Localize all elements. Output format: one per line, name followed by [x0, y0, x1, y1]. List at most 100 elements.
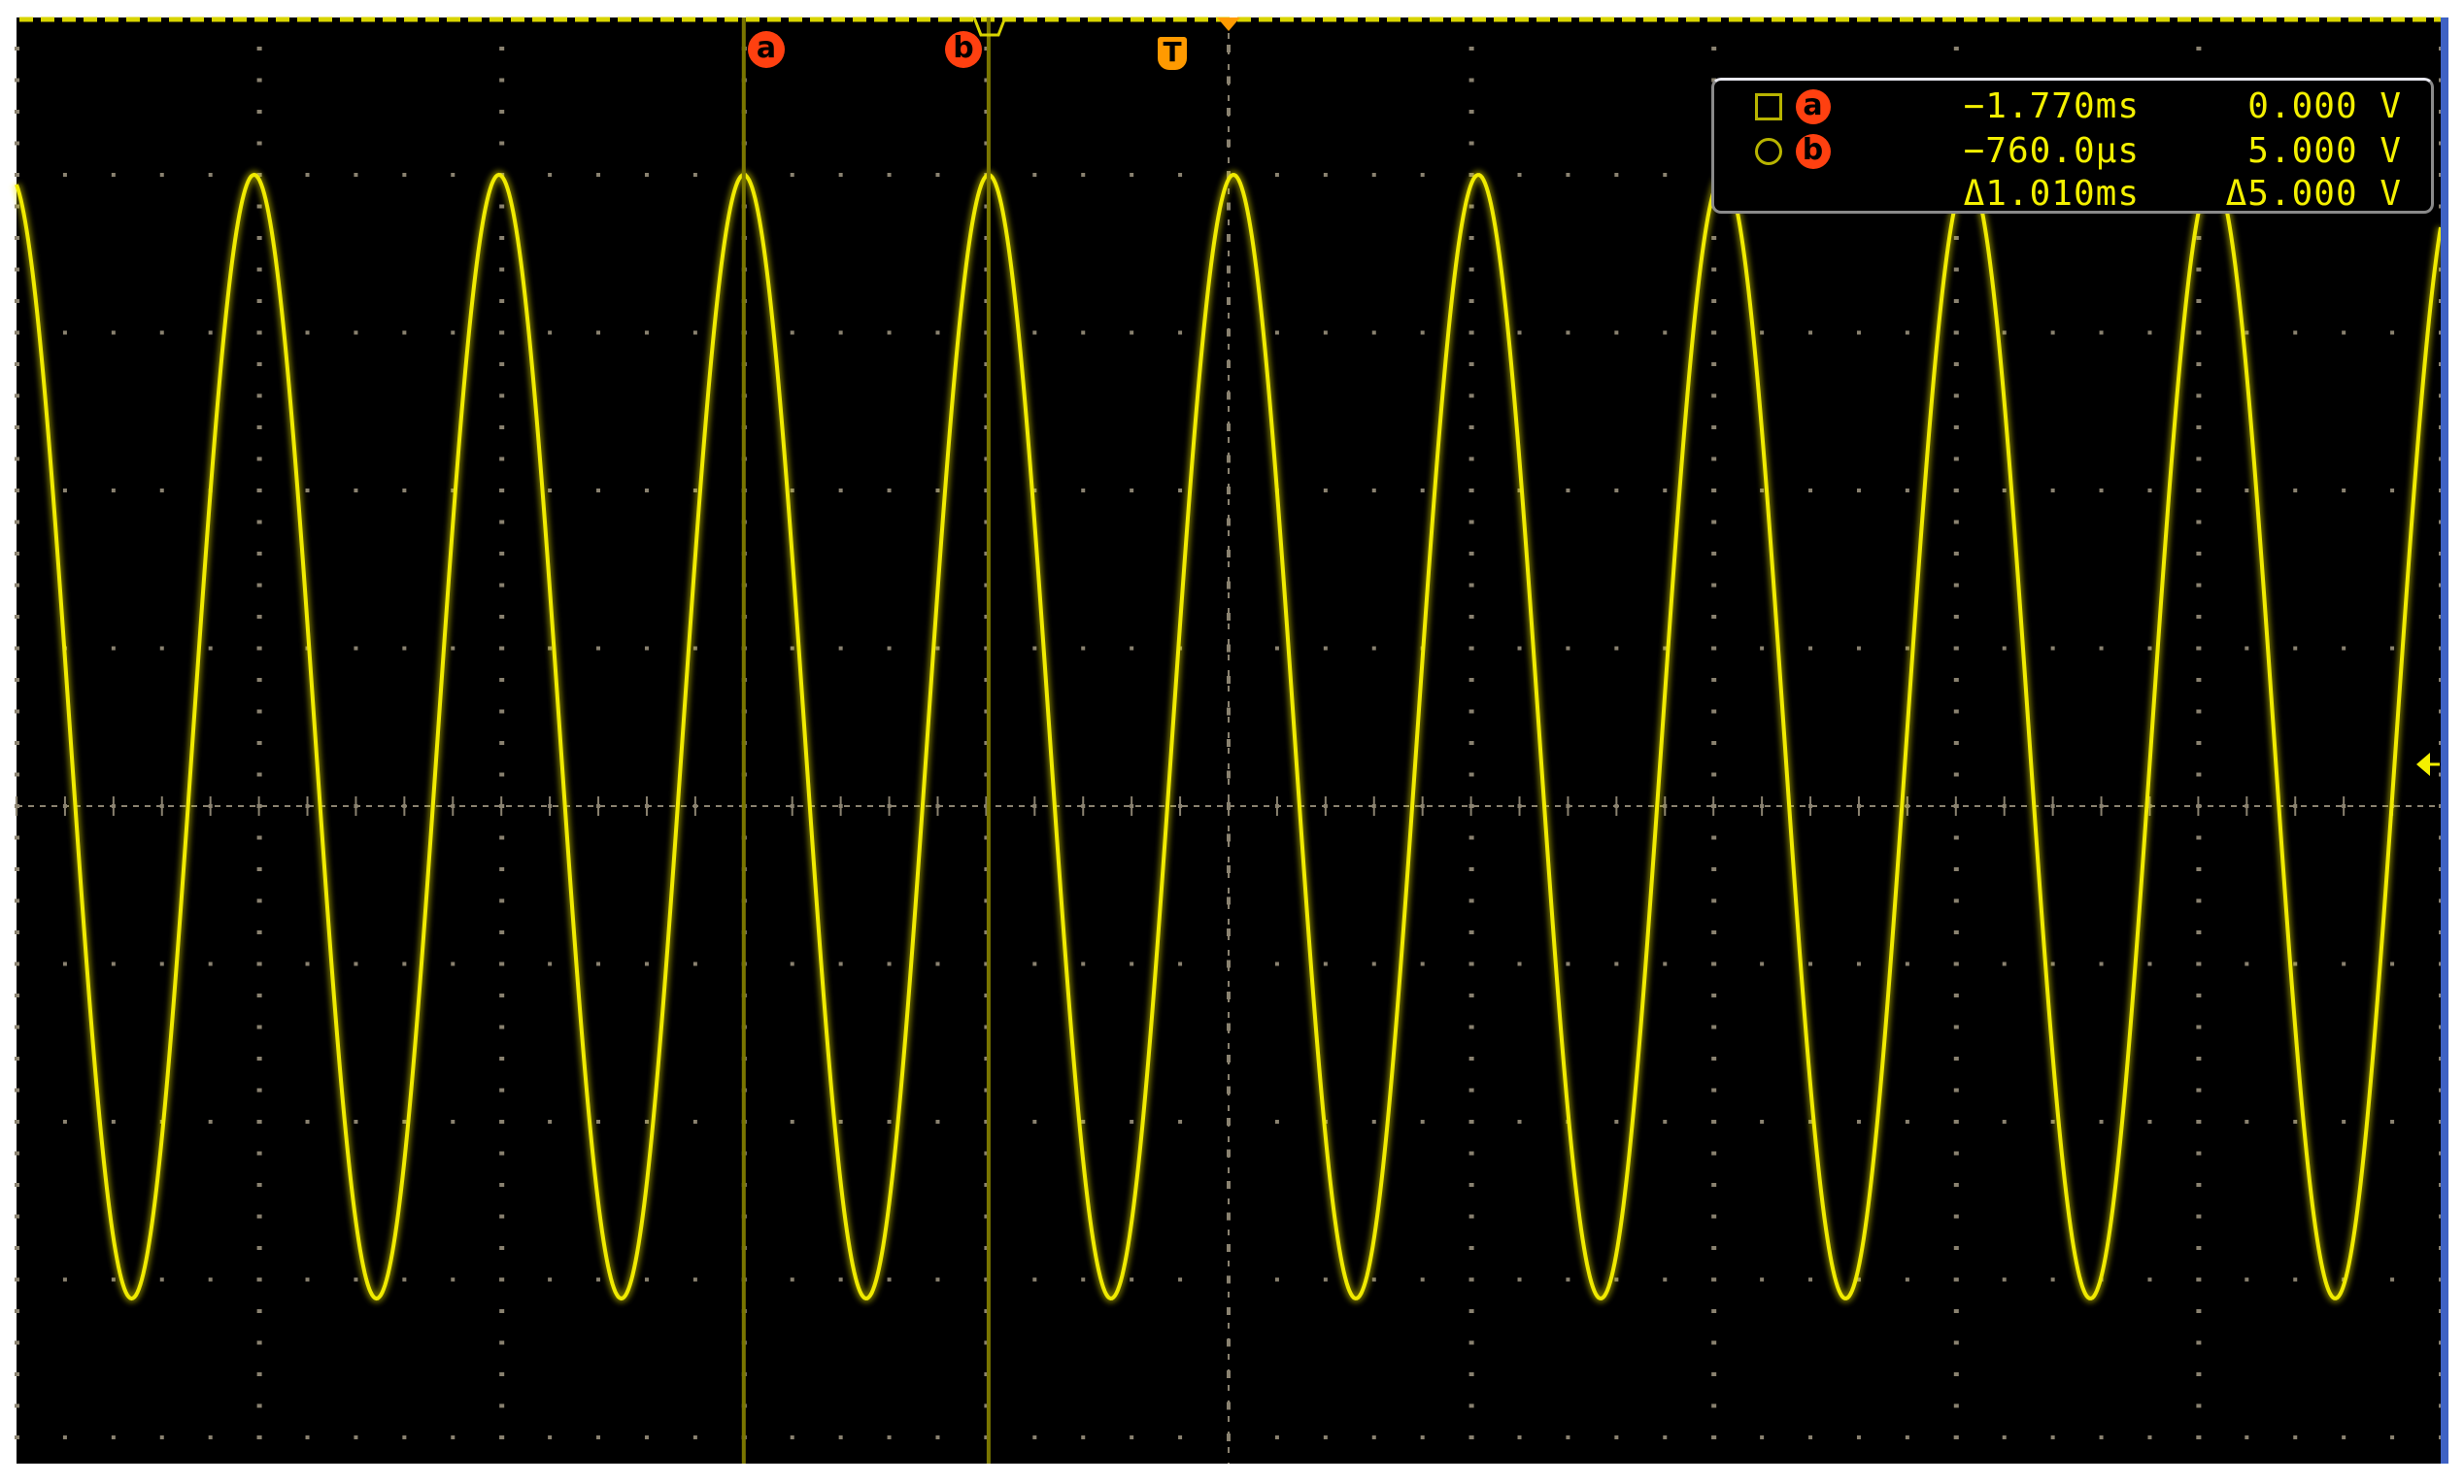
grid-dot: [2050, 961, 2055, 966]
grid-dot: [1517, 1435, 1522, 1439]
grid-dot: [1711, 1088, 1717, 1093]
grid-dot: [1760, 1120, 1765, 1124]
grid-dot: [2196, 552, 2202, 556]
grid-dot: [62, 1435, 67, 1439]
grid-dot: [1420, 489, 1425, 492]
grid-dot: [838, 330, 843, 335]
grid-dot: [1953, 1214, 1959, 1219]
grid-dot: [790, 173, 794, 177]
grid-dot: [1711, 646, 1716, 651]
grid-dot: [451, 1120, 456, 1124]
grid-dot: [1227, 865, 1231, 873]
grid-dot: [935, 1277, 940, 1282]
grid-dot: [1953, 1183, 1959, 1187]
grid-dot: [1081, 330, 1086, 335]
grid-dot: [499, 456, 505, 461]
grid-dot: [15, 299, 19, 303]
grid-dot: [2390, 1435, 2395, 1439]
grid-dot: [1953, 393, 1959, 398]
grid-dot: [1130, 646, 1134, 651]
grid-dot: [256, 110, 262, 114]
grid-dot: [1032, 1120, 1037, 1124]
grid-dot: [644, 489, 649, 492]
grid-dot: [2196, 1372, 2202, 1376]
grid-dot: [1711, 362, 1717, 366]
grid-dot: [2293, 1277, 2298, 1282]
grid-dot: [1953, 709, 1959, 714]
grid-dot: [1711, 47, 1717, 51]
grid-dot: [1614, 961, 1619, 966]
grid-dot: [1323, 330, 1328, 335]
grid-dot: [499, 646, 504, 651]
grid-dot: [15, 1403, 19, 1408]
grid-dot: [790, 1435, 794, 1439]
cursor-b-marker[interactable]: b: [945, 31, 982, 68]
grid-dot: [256, 678, 262, 682]
grid-dot: [1274, 173, 1279, 177]
grid-dot: [499, 583, 505, 588]
grid-dot: [354, 330, 358, 335]
grid-dot: [499, 299, 505, 303]
grid-dot: [2196, 898, 2202, 903]
grid-dot: [1178, 330, 1183, 335]
grid-dot: [2196, 47, 2202, 51]
grid-dot: [499, 772, 505, 777]
grid-dot: [1323, 173, 1328, 177]
grid-dot: [1081, 961, 1086, 966]
grid-dot: [1905, 1435, 1909, 1439]
grid-dot: [499, 552, 505, 556]
grid-dot: [15, 1372, 19, 1376]
grid-dot: [499, 1435, 504, 1439]
grid-dot: [208, 1120, 213, 1124]
grid-dot: [499, 1183, 505, 1187]
grid-dot: [887, 1435, 892, 1439]
grid-dot: [1468, 835, 1474, 840]
grid-dot: [1711, 267, 1717, 272]
grid-dot: [499, 867, 505, 871]
grid-dot: [1711, 1372, 1717, 1376]
grid-dot: [402, 173, 407, 177]
grid-dot: [1711, 425, 1717, 429]
grid-dot: [1953, 1057, 1959, 1061]
grid-dot: [644, 173, 649, 177]
grid-dot: [692, 173, 697, 177]
grid-dot: [1953, 1088, 1959, 1093]
grid-dot: [1468, 425, 1474, 429]
grid-dot: [1468, 489, 1473, 492]
grid-dot: [2196, 835, 2202, 840]
trigger-position-marker[interactable]: T: [1158, 37, 1187, 70]
grid-dot: [15, 330, 18, 335]
grid-dot: [1663, 1120, 1668, 1124]
grid-dot: [15, 1088, 19, 1093]
grid-dot: [1517, 173, 1522, 177]
grid-dot: [1032, 646, 1037, 651]
grid-dot: [256, 583, 262, 588]
grid-dot: [208, 1435, 213, 1439]
readout-row-delta: Δ1.010ms Δ5.000 V: [1714, 172, 2431, 217]
side-border: [2441, 17, 2448, 1464]
grid-dot: [15, 173, 18, 177]
grid-dot: [15, 772, 19, 777]
grid-dot: [1953, 1435, 1958, 1439]
grid-dot: [692, 646, 697, 651]
grid-dot: [935, 1435, 940, 1439]
grid-dot: [15, 741, 19, 745]
grid-dot: [15, 456, 19, 461]
grid-dot: [1468, 867, 1474, 871]
grid-dot: [548, 489, 553, 492]
grid-dot: [62, 1120, 67, 1124]
grid-dot: [15, 615, 19, 619]
grid-dot: [596, 173, 601, 177]
grid-dot: [256, 867, 262, 871]
square-icon: [1755, 93, 1782, 120]
grid-dot: [1953, 267, 1959, 272]
grid-dot: [402, 961, 407, 966]
grid-dot: [2050, 646, 2055, 651]
cursor-a-marker[interactable]: a: [748, 31, 785, 68]
grid-dot: [1227, 613, 1231, 621]
grid-dot: [1953, 330, 1958, 335]
grid-dot: [1711, 1340, 1717, 1345]
delta-value: Δ5.000 V: [2225, 174, 2402, 214]
grid-dot: [1711, 615, 1717, 619]
grid-dot: [15, 835, 19, 840]
